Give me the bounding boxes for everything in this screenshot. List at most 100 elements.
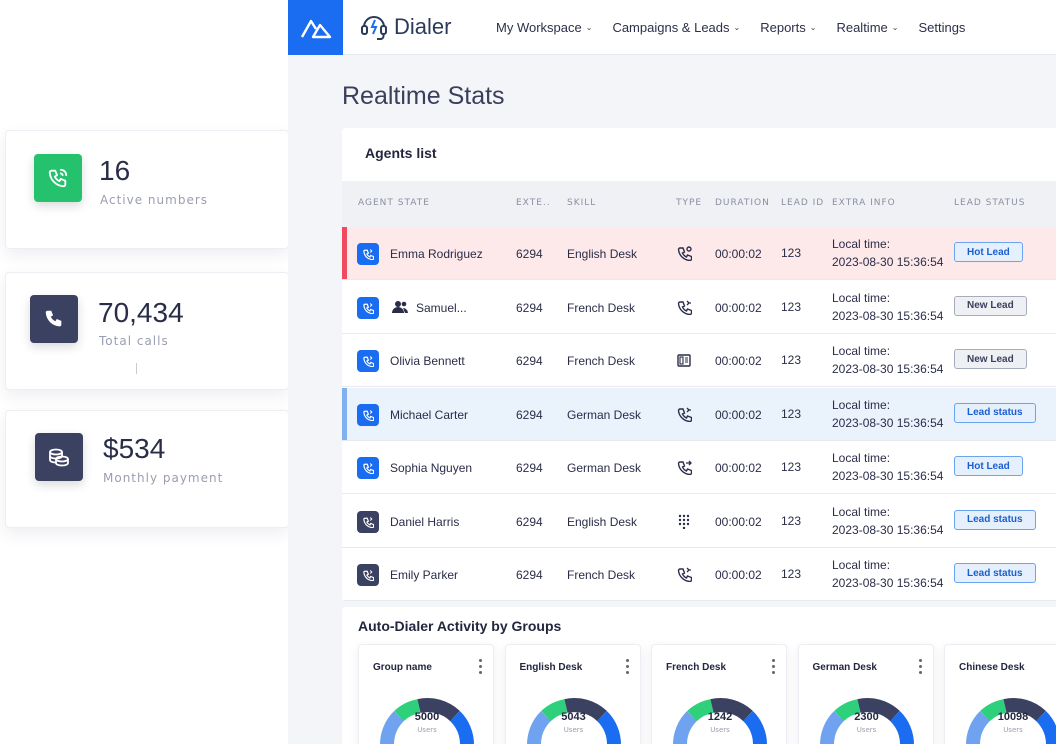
lead-status-badge[interactable]: Lead status [954, 402, 1036, 423]
nav-my-workspace[interactable]: My Workspace ⌄ [496, 20, 592, 35]
duration: 00:00:02 [715, 407, 762, 422]
agent-name[interactable]: Michael Carter [390, 408, 468, 422]
auto-dialer-card: Auto-Dialer Activity by Groups Group nam… [342, 607, 1056, 744]
extension: 6294 [516, 514, 543, 529]
row-marker [342, 227, 347, 279]
agent-name[interactable]: Daniel Harris [390, 515, 459, 529]
stat-label: Active numbers [100, 193, 209, 207]
more-options-icon[interactable] [479, 659, 483, 677]
nav-label: My Workspace [496, 20, 582, 35]
coins-icon [35, 433, 83, 481]
group-icon [392, 299, 408, 318]
lead-status-badge[interactable]: New Lead [954, 349, 1027, 369]
agent-phone-icon [357, 564, 379, 586]
logo-icon [300, 19, 331, 38]
more-options-icon[interactable] [918, 659, 923, 677]
skill: German Desk [567, 407, 642, 422]
brand-name: Dialer [394, 14, 452, 39]
main-nav: My Workspace ⌄ Campaigns & Leads ⌄ Reports… [496, 0, 965, 55]
group-unit: Users [417, 726, 437, 734]
table-row[interactable]: Samuel... 6294 French Desk 00:00:02 123 Local… [342, 280, 1056, 334]
extension: 6294 [516, 247, 543, 261]
lead-id: 123 [781, 353, 802, 367]
phone-outgoing-icon [677, 300, 692, 315]
extra-info-label: Local time: [832, 344, 891, 358]
phone-outgoing-icon [677, 567, 692, 582]
column-header[interactable]: AGENT STATE [358, 198, 430, 208]
agent-name[interactable]: Emily Parker [390, 568, 458, 582]
extra-info-value: 2023-08-30 15:36:54 [832, 415, 944, 430]
more-options-icon[interactable] [625, 659, 630, 677]
agent-name[interactable]: Emma Rodriguez [390, 247, 483, 261]
lead-status-badge[interactable]: Lead status [954, 509, 1036, 530]
group-value: 10098 [997, 711, 1029, 723]
group-name: German Desk [812, 662, 877, 673]
app-logo[interactable] [288, 0, 343, 55]
lead-status-badge[interactable]: New Lead [954, 295, 1027, 316]
top-navigation-bar: Dialer My Workspace ⌄ Campaigns & Leads ⌄ … [288, 0, 1056, 55]
agent-phone-icon [357, 350, 379, 372]
group-card[interactable]: Chinese Desk 10098 Users [944, 644, 1056, 744]
group-name: Group name [373, 662, 432, 673]
nav-realtime[interactable]: Realtime ⌄ [836, 20, 898, 35]
agent-name[interactable]: Sophia Nguyen [390, 461, 472, 475]
more-options-icon[interactable] [772, 659, 776, 677]
auto-dialer-title: Auto-Dialer Activity by Groups [358, 618, 562, 634]
table-row[interactable]: Michael Carter 6294 German Desk 00:00:02 123… [342, 387, 1056, 441]
extra-info-value: 2023-08-30 15:36:54 [832, 308, 944, 323]
column-header[interactable]: TYPE [676, 198, 702, 208]
agent-phone-icon [357, 296, 379, 319]
column-header[interactable]: EXTE.. [516, 198, 551, 208]
column-header[interactable]: SKILL [567, 198, 596, 208]
group-card[interactable]: English Desk 5043 Users [504, 644, 641, 744]
chevron-down-icon: ⌄ [733, 23, 741, 32]
lead-status-badge[interactable]: Hot Lead [954, 242, 1023, 262]
extra-info-value: 2023-08-30 15:36:54 [832, 469, 944, 483]
extra-info-label: Local time: [832, 451, 891, 465]
group-name: Chinese Desk [959, 662, 1025, 673]
group-card[interactable]: German Desk 2300 Users [797, 644, 934, 744]
nav-settings[interactable]: Settings [918, 20, 965, 35]
extra-info-value: 2023-08-30 15:36:54 [832, 576, 944, 590]
column-header[interactable]: DURATION [715, 198, 770, 208]
table-row[interactable]: Emily Parker 6294 French Desk 00:00:02 123 Lo… [342, 548, 1056, 601]
table-row[interactable]: Emma Rodriguez 6294 English Desk 00:00:02 12… [342, 227, 1056, 280]
lead-status-badge[interactable]: Lead status [954, 563, 1036, 583]
group-card[interactable]: French Desk 1242 Users [651, 644, 787, 744]
extra-info-value: 2023-08-30 15:36:54 [832, 522, 944, 537]
extra-info-label: Local time: [832, 558, 891, 572]
page-title: Realtime Stats [342, 82, 505, 110]
lead-id: 123 [781, 567, 802, 581]
agents-list-card: Agents list AGENT STATE EXTE.. SKILL TYP… [342, 128, 1056, 601]
phone-icon [30, 295, 78, 343]
lead-id: 123 [781, 406, 802, 421]
extra-info-value: 2023-08-30 15:36:54 [832, 362, 944, 376]
skill: English Desk [567, 514, 638, 529]
nav-label: Campaigns & Leads [612, 20, 730, 35]
table-row[interactable]: Olivia Bennett 6294 French Desk 00:00:02 123… [342, 334, 1056, 387]
column-header[interactable]: LEAD ID [781, 198, 824, 208]
group-card[interactable]: Group name 5000 Users [358, 644, 494, 744]
nav-label: Realtime [836, 20, 888, 35]
brand[interactable]: Dialer [360, 12, 451, 42]
column-header[interactable]: LEAD STATUS [954, 198, 1025, 208]
table-row[interactable]: Sophia Nguyen 6294 German Desk 00:00:02 123 L… [342, 441, 1056, 494]
extra-info-label: Local time: [832, 237, 891, 251]
stat-value: 70,434 [98, 297, 184, 328]
column-header[interactable]: EXTRA INFO [832, 198, 896, 208]
lead-status-badge[interactable]: Hot Lead [954, 456, 1023, 476]
divider [136, 363, 137, 374]
nav-reports[interactable]: Reports ⌄ [760, 20, 816, 35]
extra-info-label: Local time: [832, 504, 891, 519]
group-unit: Users [1003, 726, 1023, 734]
table-row[interactable]: Daniel Harris 6294 English Desk 00:00:02 123… [342, 494, 1056, 548]
agent-name[interactable]: Samuel... [416, 301, 467, 315]
group-value: 5043 [561, 711, 586, 723]
skill: German Desk [567, 461, 642, 475]
agent-phone-icon [357, 243, 379, 265]
chevron-down-icon: ⌄ [891, 23, 899, 32]
nav-campaigns-leads[interactable]: Campaigns & Leads ⌄ [612, 20, 740, 35]
agent-name[interactable]: Olivia Bennett [390, 354, 465, 368]
stat-value: $534 [103, 433, 166, 464]
duration: 00:00:02 [715, 300, 762, 315]
